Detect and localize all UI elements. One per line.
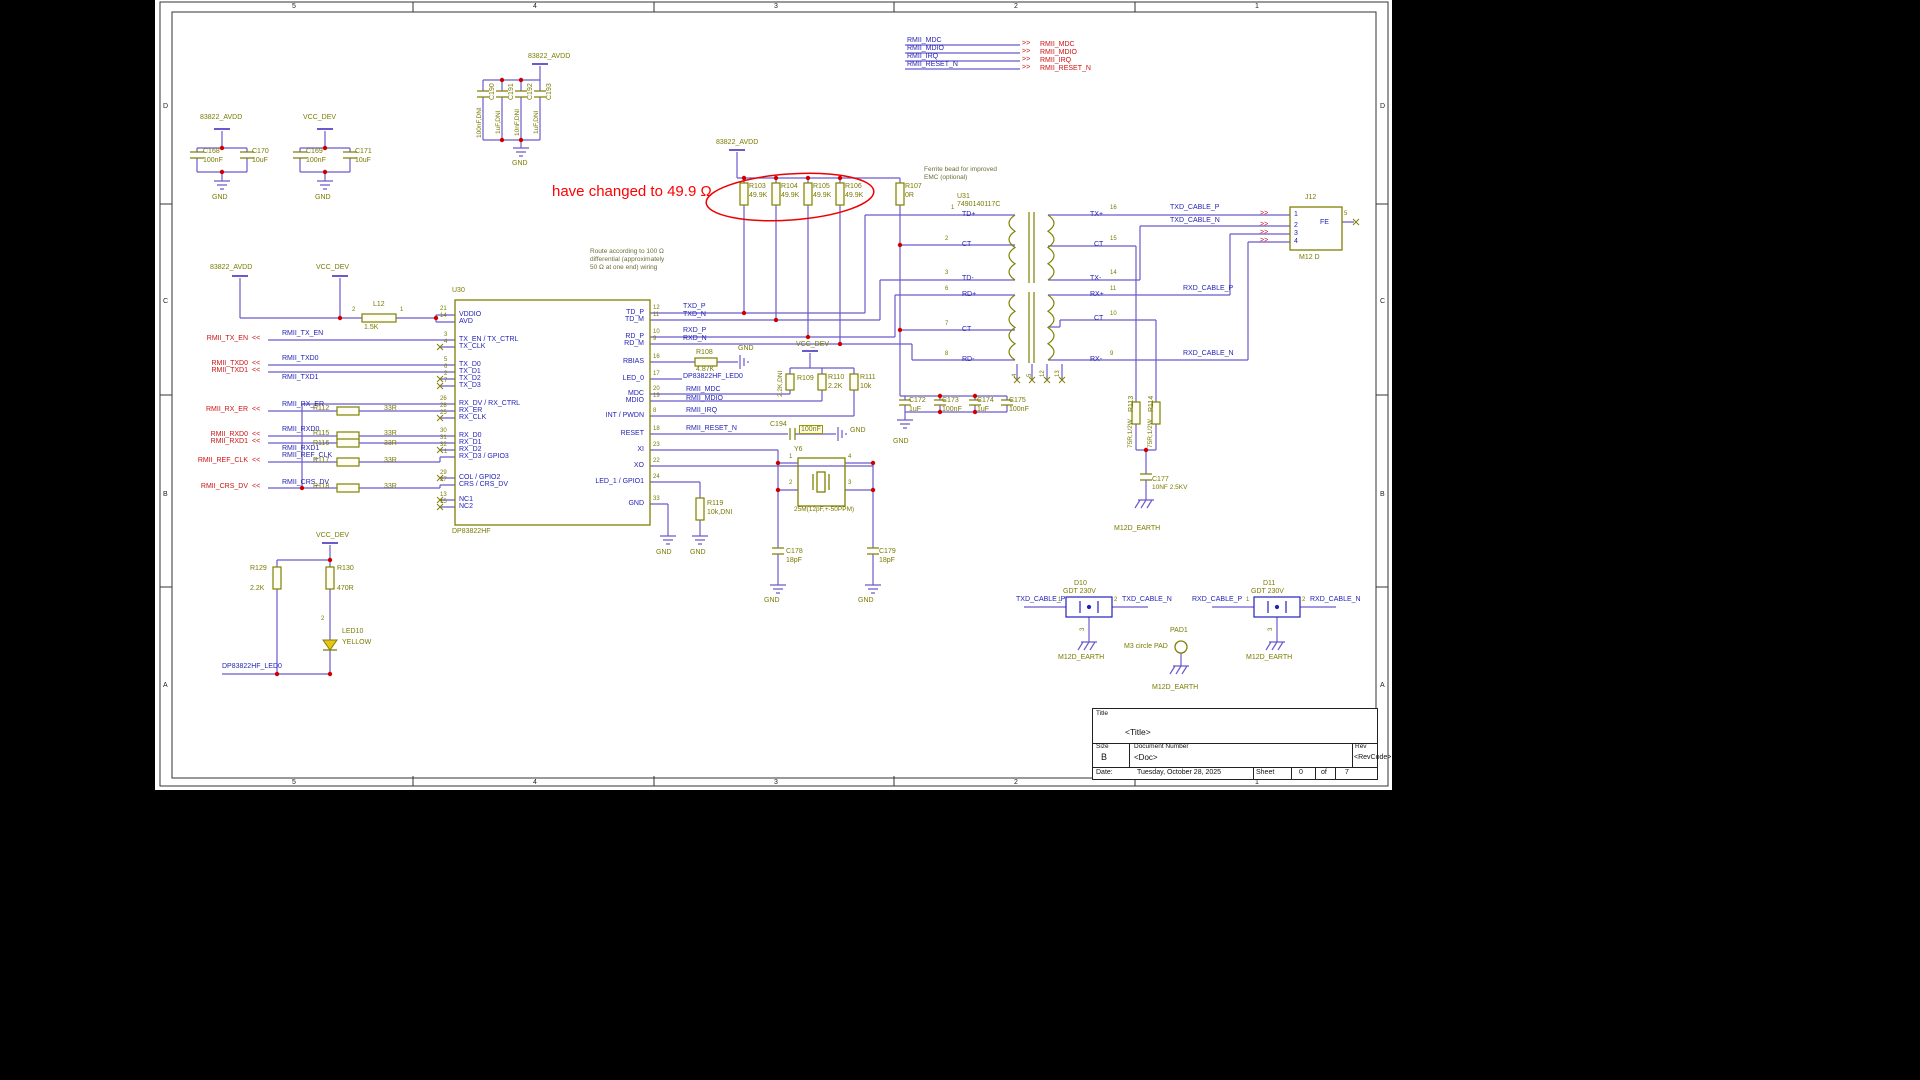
- rev-label: Rev: [1355, 744, 1367, 751]
- sheet-number-value[interactable]: 0: [1299, 769, 1303, 776]
- power-symbols[interactable]: [214, 64, 818, 543]
- r118-body: [337, 484, 359, 492]
- title-block-sheet-cell: Sheet: [1253, 767, 1292, 779]
- ic-bodies[interactable]: [323, 207, 1342, 653]
- r119-body: [696, 498, 704, 520]
- title-value[interactable]: <Title>: [1125, 728, 1151, 737]
- r110-body: [818, 374, 826, 390]
- transformer-core: [1029, 212, 1034, 363]
- title-block-date-row: Date: Tuesday, October 28, 2025 Sheet 0 …: [1093, 767, 1377, 779]
- wire-rmii-top: [905, 45, 1020, 69]
- gdt-electrodes: [1080, 601, 1286, 613]
- doc-number-value[interactable]: <Doc>: [1134, 754, 1158, 762]
- r117-body: [337, 458, 359, 466]
- gdt-bodies[interactable]: [1066, 597, 1300, 617]
- highlight-ellipse: [705, 168, 876, 226]
- schematic-canvas: 83822_AVDDC168100nFC17010uFGNDVCC_DEVC16…: [0, 0, 1920, 1080]
- wire-u30-right: [650, 215, 1015, 585]
- title-block-size-cell: Size B: [1093, 743, 1130, 767]
- wire-gdt: [1024, 607, 1336, 666]
- y6-crystal-inner: [817, 472, 825, 492]
- date-label: Date:: [1096, 769, 1113, 776]
- wire-transformer: [900, 215, 1354, 500]
- l12-body: [362, 314, 396, 322]
- earth-symbols[interactable]: [1078, 500, 1285, 674]
- u30-ic-body: [455, 300, 650, 525]
- r103-body: [740, 183, 748, 205]
- title-block-title-row: Title <Title>: [1093, 709, 1377, 744]
- title-block-sheet-number-cell: 0: [1291, 767, 1316, 779]
- title-block: Title <Title> Size B Document Number <Do…: [1092, 708, 1378, 780]
- r114-body: [1152, 402, 1160, 424]
- r106-body: [836, 183, 844, 205]
- title-block-of-cell: of: [1315, 767, 1336, 779]
- r129-body: [273, 567, 281, 589]
- schematic-graphics: [0, 0, 1920, 1080]
- r130-body: [326, 567, 334, 589]
- r112-body: [337, 407, 359, 415]
- sheet-of-label: of: [1321, 769, 1327, 776]
- doc-number-label: Document Number: [1134, 744, 1189, 751]
- pad1-circle: [1175, 641, 1187, 653]
- r109-body: [786, 374, 794, 390]
- title-block-date-cell: Date: Tuesday, October 28, 2025: [1093, 767, 1254, 779]
- r105-body: [804, 183, 812, 205]
- r113-body: [1132, 402, 1140, 424]
- capacitor-plates[interactable]: [190, 91, 1152, 554]
- junction-dots: [220, 78, 1148, 676]
- rev-value[interactable]: <RevCode>: [1354, 754, 1391, 761]
- title-block-rev-cell: Rev <RevCode>: [1352, 743, 1377, 767]
- wire-decoupling: [197, 66, 540, 181]
- date-value[interactable]: Tuesday, October 28, 2025: [1137, 769, 1221, 776]
- wires: [197, 45, 1354, 674]
- no-connect-marks: [437, 219, 1359, 510]
- y6-crystal-body: [798, 458, 845, 506]
- size-value[interactable]: B: [1101, 753, 1107, 762]
- sheet-total-value[interactable]: 7: [1345, 769, 1349, 776]
- resistor-bodies[interactable]: [273, 183, 1160, 589]
- y6-crystal-plates: [813, 474, 829, 490]
- wire-led: [222, 545, 330, 674]
- r104-body: [772, 183, 780, 205]
- size-label: Size: [1096, 744, 1109, 751]
- transformer-coils[interactable]: [1009, 215, 1054, 360]
- sheet-label: Sheet: [1256, 769, 1274, 776]
- led10-symbol[interactable]: [323, 640, 337, 650]
- r111-body: [850, 374, 858, 390]
- wire-pullup-bank: [737, 152, 900, 396]
- r107-body: [896, 183, 904, 205]
- j12-connector-body: [1290, 207, 1342, 250]
- r108-body: [695, 358, 717, 366]
- wire-u30-left: [240, 278, 455, 507]
- title-label: Title: [1096, 711, 1108, 718]
- r116-body: [337, 439, 359, 447]
- title-block-doc-row: Size B Document Number <Doc> Rev <RevCod…: [1093, 743, 1377, 768]
